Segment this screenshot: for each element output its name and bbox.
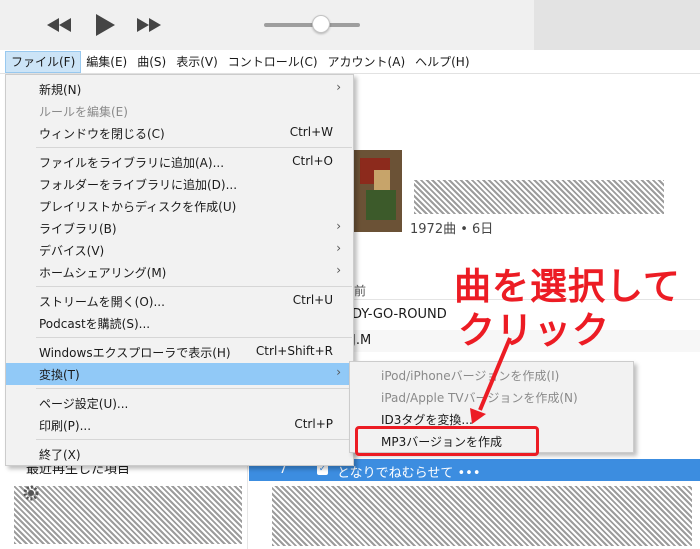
volume-slider-thumb[interactable] — [312, 15, 330, 33]
chevron-right-icon: › — [336, 365, 341, 379]
fast-forward-button[interactable] — [134, 10, 164, 40]
redacted-album-title — [414, 180, 664, 214]
chevron-right-icon: › — [336, 241, 341, 255]
row-title: DY-GO-ROUND — [352, 307, 447, 322]
chevron-right-icon: › — [336, 219, 341, 233]
chevron-right-icon: › — [336, 80, 341, 94]
menu-song[interactable]: 曲(S) — [132, 51, 171, 73]
menu-item-burn-disc[interactable]: プレイリストからディスクを作成(U) — [6, 195, 353, 217]
album-meta: 1972曲 • 6日 — [410, 222, 494, 237]
fast-forward-icon — [137, 18, 161, 32]
row-title: J.M — [352, 333, 372, 348]
menu-item-convert[interactable]: 変換(T) › — [6, 363, 353, 385]
album-artwork[interactable] — [354, 150, 402, 232]
menu-item-home-sharing[interactable]: ホームシェアリング(M) › — [6, 261, 353, 283]
menu-item-print[interactable]: 印刷(P)... Ctrl+P — [6, 414, 353, 436]
menu-item-page-setup[interactable]: ページ設定(U)... — [6, 392, 353, 414]
menu-controls[interactable]: コントロール(C) — [223, 51, 323, 73]
menu-item-close-window[interactable]: ウィンドウを閉じる(C) Ctrl+W — [6, 122, 353, 144]
menu-view[interactable]: 表示(V) — [171, 51, 223, 73]
redacted-sidebar-items — [14, 486, 242, 544]
menu-item-exit[interactable]: 終了(X) — [6, 443, 353, 465]
menu-item-subscribe-podcast[interactable]: Podcastを購読(S)... — [6, 312, 353, 334]
play-button[interactable] — [90, 10, 120, 40]
highlight-box — [355, 426, 539, 456]
file-menu-dropdown: 新規(N) › ルールを編集(E) ウィンドウを閉じる(C) Ctrl+W ファイル… — [5, 74, 354, 466]
now-playing-display — [384, 0, 534, 50]
menu-file[interactable]: ファイル(F) — [5, 50, 82, 73]
chevron-right-icon: › — [336, 263, 341, 277]
menu-edit[interactable]: 編集(E) — [81, 51, 132, 73]
play-icon — [96, 14, 115, 36]
menu-help[interactable]: ヘルプ(H) — [410, 51, 474, 73]
menu-item-add-file[interactable]: ファイルをライブラリに追加(A)... Ctrl+O — [6, 151, 353, 173]
arrow-icon — [470, 337, 512, 424]
player-right-panel — [534, 0, 700, 50]
column-header-name[interactable]: 前 — [354, 282, 366, 299]
track-title: となりでねむらせて ••• — [337, 466, 481, 481]
menu-item-library[interactable]: ライブラリ(B) › — [6, 217, 353, 239]
menu-item-open-stream[interactable]: ストリームを開く(O)... Ctrl+U — [6, 290, 353, 312]
menu-item-edit-rules: ルールを編集(E) — [39, 105, 128, 119]
player-bar — [0, 0, 700, 50]
menu-item-add-folder[interactable]: フォルダーをライブラリに追加(D)... — [6, 173, 353, 195]
menu-item-new[interactable]: 新規(N) › — [6, 78, 353, 100]
redacted-list — [272, 486, 692, 546]
menu-item-devices[interactable]: デバイス(V) › — [6, 239, 353, 261]
gear-icon — [23, 485, 39, 501]
menu-item-show-in-explorer[interactable]: Windowsエクスプローラで表示(H) Ctrl+Shift+R — [6, 341, 353, 363]
menu-account[interactable]: アカウント(A) — [323, 51, 411, 73]
rewind-icon — [47, 18, 71, 32]
rewind-button[interactable] — [44, 10, 74, 40]
menu-bar: ファイル(F) 編集(E) 曲(S) 表示(V) コントロール(C) アカウント… — [0, 50, 700, 74]
